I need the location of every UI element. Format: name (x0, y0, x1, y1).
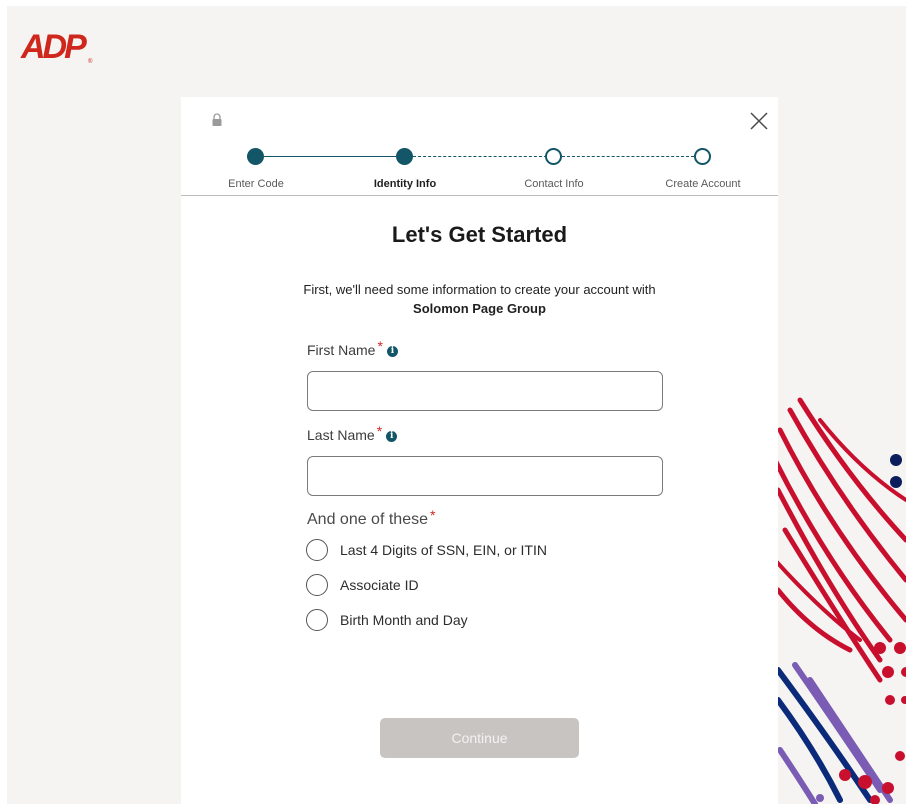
step-connector (413, 156, 547, 157)
radio-label: Birth Month and Day (340, 612, 468, 628)
last-name-input[interactable] (307, 456, 663, 496)
adp-logo: ADP ® (20, 28, 93, 65)
info-icon[interactable]: i (386, 345, 398, 357)
svg-text:ADP: ADP (20, 28, 87, 65)
required-mark: * (376, 423, 383, 439)
radio-label: Last 4 Digits of SSN, EIN, or ITIN (340, 542, 547, 558)
step-connector (562, 156, 694, 157)
step-dot-contact-info (545, 148, 562, 165)
company-name: Solomon Page Group (413, 301, 546, 316)
step-label-contact-info: Contact Info (524, 178, 584, 190)
last-name-label: Last Name * i (307, 423, 398, 443)
radio-option-ssn[interactable]: Last 4 Digits of SSN, EIN, or ITIN (306, 539, 547, 561)
radio-button[interactable] (306, 539, 328, 561)
radio-button[interactable] (306, 609, 328, 631)
intro-text: First, we'll need some information to cr… (181, 280, 778, 318)
info-icon[interactable]: i (386, 430, 398, 442)
step-label-create-account: Create Account (665, 178, 741, 190)
progress-stepper: Enter Code Identity Info Contact Info Cr… (181, 137, 778, 195)
last-name-label-text: Last Name (307, 427, 375, 443)
one-of-these-text: And one of these (307, 511, 428, 528)
radio-option-birth-month-day[interactable]: Birth Month and Day (306, 609, 468, 631)
radio-label: Associate ID (340, 577, 419, 593)
one-of-these-label: And one of these * (307, 507, 435, 529)
close-button[interactable] (748, 110, 770, 132)
step-dot-create-account (694, 148, 711, 165)
radio-option-associate-id[interactable]: Associate ID (306, 574, 419, 596)
step-label-identity-info: Identity Info (373, 178, 437, 190)
svg-text:®: ® (88, 58, 93, 65)
page-title: Let's Get Started (391, 222, 568, 247)
close-icon (750, 112, 768, 130)
stepper-divider (181, 195, 778, 196)
required-mark: * (429, 507, 436, 523)
intro-line: First, we'll need some information to cr… (303, 282, 656, 297)
first-name-label: First Name * i (307, 338, 398, 358)
continue-button[interactable]: Continue (380, 718, 579, 758)
step-dot-identity-info (396, 148, 413, 165)
first-name-input[interactable] (307, 371, 663, 411)
step-dot-enter-code (247, 148, 264, 165)
lock-icon (212, 113, 222, 126)
signup-modal: Enter Code Identity Info Contact Info Cr… (181, 97, 778, 804)
radio-button[interactable] (306, 574, 328, 596)
step-label-enter-code: Enter Code (228, 178, 284, 190)
step-connector (264, 156, 397, 157)
first-name-label-text: First Name (307, 342, 376, 358)
required-mark: * (377, 338, 383, 354)
